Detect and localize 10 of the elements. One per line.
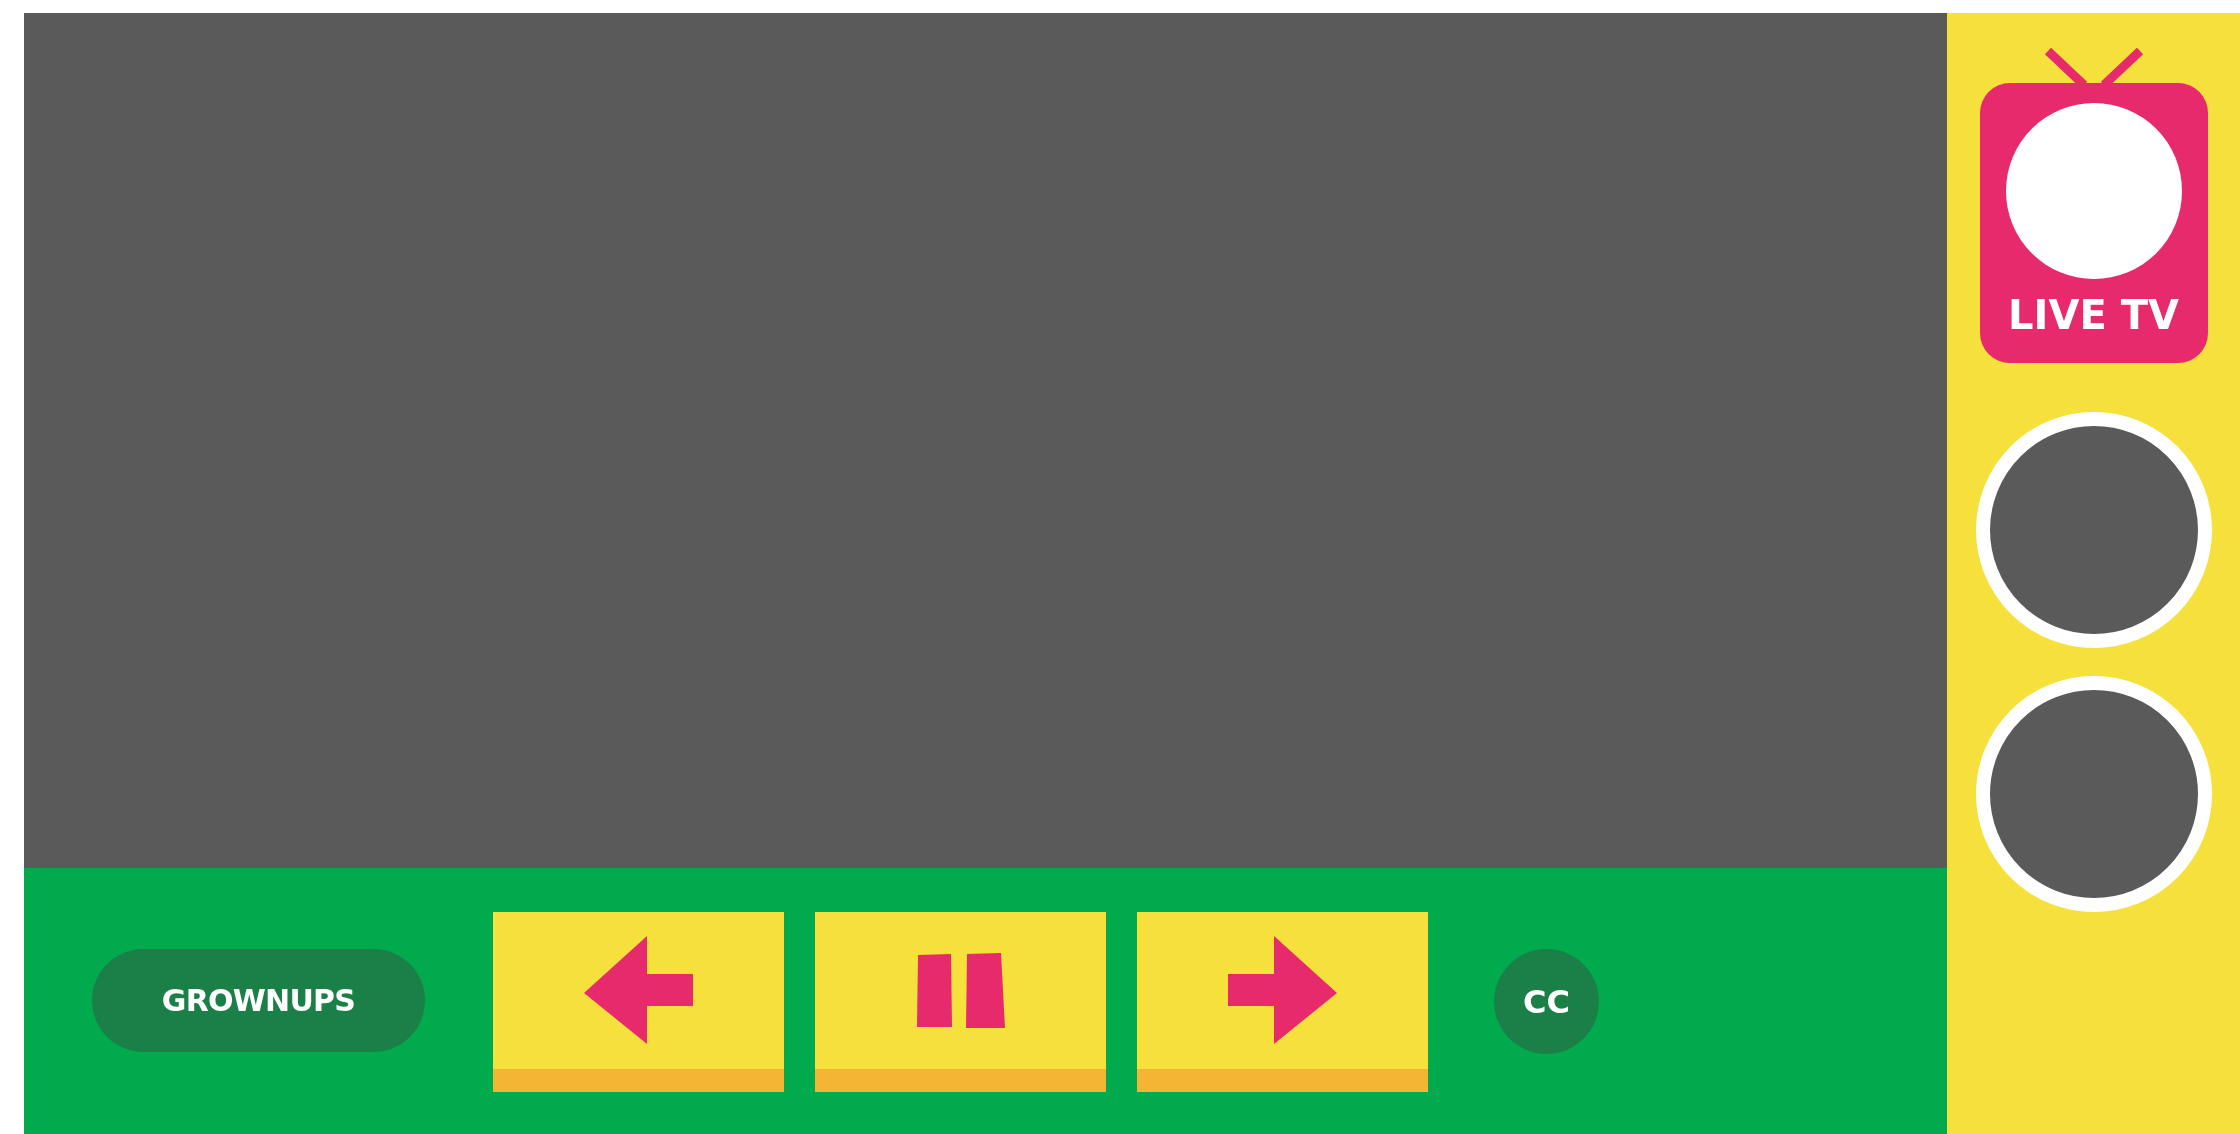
live-tv-label: LIVE TV (2008, 295, 2179, 335)
right-arrow-icon (1227, 935, 1338, 1046)
previous-button[interactable] (493, 912, 784, 1092)
pause-icon (916, 952, 1005, 1029)
pause-button[interactable] (815, 912, 1106, 1092)
captions-button[interactable]: CC (1494, 949, 1599, 1054)
grownups-button[interactable]: GROWNUPS (92, 949, 425, 1052)
antenna-icon (2043, 45, 2144, 83)
next-button[interactable] (1137, 912, 1428, 1092)
left-arrow-icon (583, 935, 694, 1046)
